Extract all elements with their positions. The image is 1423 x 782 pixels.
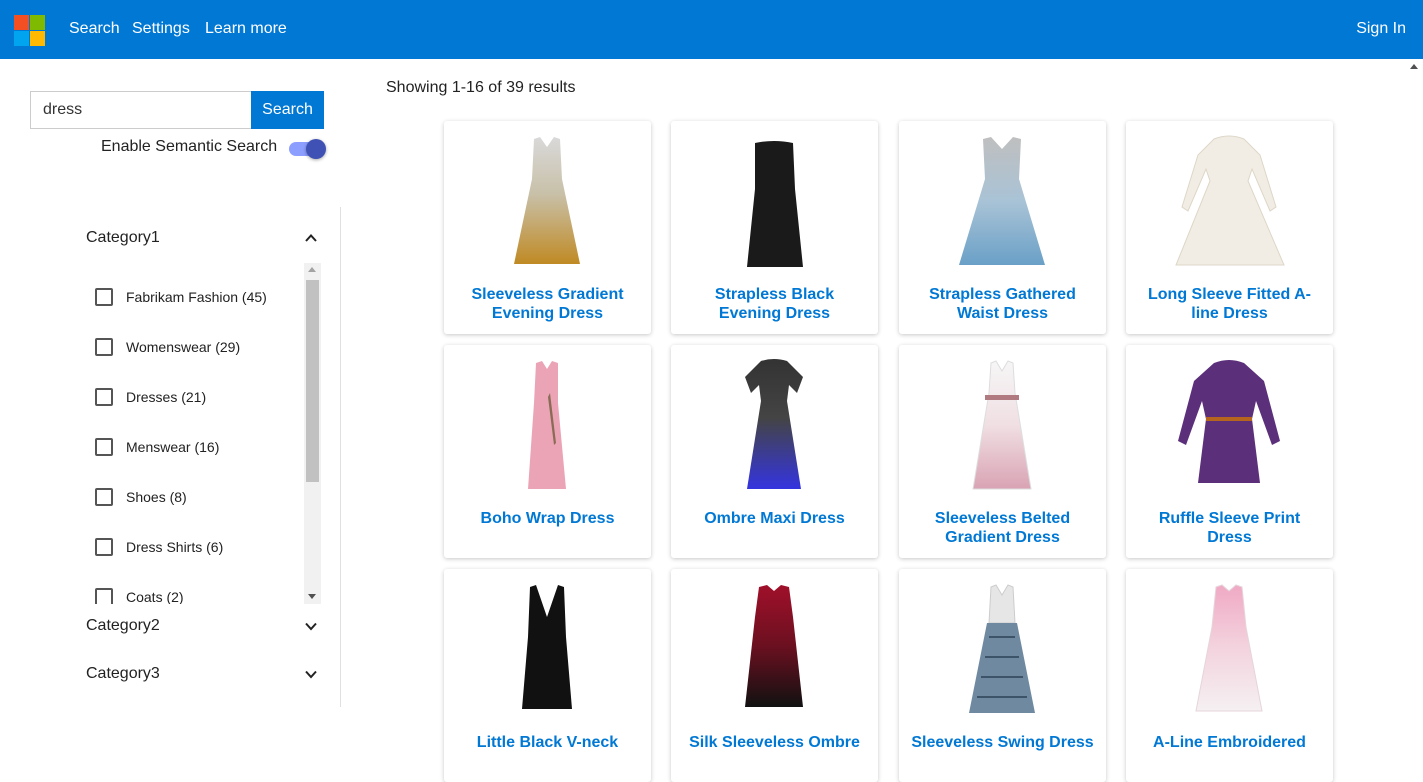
belted-gradient-dress-image [972,360,1032,490]
product-card[interactable]: Sleeveless Swing Dress [899,569,1106,782]
facet-item-label: Dresses (21) [126,389,207,405]
facets-divider [340,207,341,707]
product-card[interactable]: Strapless Black Evening Dress [671,121,878,334]
product-title[interactable]: A-Line Embroidered [1138,733,1321,752]
product-card[interactable]: Ruffle Sleeve Print Dress [1126,345,1333,558]
black-vneck-dress-image [522,585,572,709]
product-card[interactable]: Strapless Gathered Waist Dress [899,121,1106,334]
microsoft-logo-icon[interactable] [14,15,45,46]
red-ombre-dress-image [745,585,803,707]
facet-category1-header[interactable]: Category1 [86,226,326,252]
pink-embroidered-dress-image [1195,584,1263,712]
product-card[interactable]: Sleeveless Gradient Evening Dress [444,121,651,334]
facet-category1-label: Category1 [86,229,160,246]
facet-category3-header[interactable]: Category3 [86,662,326,688]
product-title[interactable]: Sleeveless Gradient Evening Dress [456,285,639,323]
facet-category3-label: Category3 [86,665,160,682]
search-input[interactable] [30,91,251,129]
black-dress-image [747,141,803,267]
product-card[interactable]: Little Black V-neck [444,569,651,782]
pink-wrap-dress-image [528,361,566,489]
product-card[interactable]: A-Line Embroidered [1126,569,1333,782]
purple-print-dress-image [1178,360,1280,483]
facet-item-label: Fabrikam Fashion (45) [126,289,267,305]
chevron-down-icon [305,622,317,631]
facet-category2-label: Category2 [86,617,160,634]
product-title[interactable]: Long Sleeve Fitted A-line Dress [1138,285,1321,323]
product-title[interactable]: Strapless Gathered Waist Dress [911,285,1094,323]
page-scrollbar[interactable] [1406,59,1423,755]
product-card[interactable]: Long Sleeve Fitted A-line Dress [1126,121,1333,334]
facet-list-scrollbar[interactable] [304,263,321,604]
scroll-up-arrow-icon[interactable] [308,267,316,272]
product-title[interactable]: Sleeveless Swing Dress [911,733,1094,752]
chevron-down-icon [305,670,317,679]
top-nav-bar: Search Settings Learn more Sign In [0,0,1423,59]
product-title[interactable]: Ombre Maxi Dress [683,509,866,528]
checkbox[interactable] [95,338,113,356]
nav-link-settings[interactable]: Settings [132,20,190,38]
sign-in-link[interactable]: Sign In [1356,20,1406,38]
search-button[interactable]: Search [251,91,324,129]
facet-item-label: Dress Shirts (6) [126,539,224,555]
product-title[interactable]: Little Black V-neck [456,733,639,752]
product-card[interactable]: Sleeveless Belted Gradient Dress [899,345,1106,558]
semantic-search-toggle[interactable] [289,139,326,159]
nav-link-search[interactable]: Search [69,20,120,38]
product-title[interactable]: Strapless Black Evening Dress [683,285,866,323]
checkbox[interactable] [95,538,113,556]
scroll-down-arrow-icon[interactable] [308,594,316,599]
sleeveless-gradient-dress-image [514,137,580,264]
facet-category2-header[interactable]: Category2 [86,614,326,640]
facet-category1-list: Fabrikam Fashion (45) Womenswear (29) Dr… [86,263,320,604]
results-count: Showing 1-16 of 39 results [386,79,576,96]
chevron-up-icon [305,234,317,242]
nav-link-learn-more[interactable]: Learn more [205,20,287,38]
product-title[interactable]: Silk Sleeveless Ombre [683,733,866,752]
scroll-up-arrow-icon[interactable] [1410,64,1418,69]
product-title[interactable]: Ruffle Sleeve Print Dress [1138,509,1321,547]
semantic-search-label: Enable Semantic Search [101,138,278,155]
facet-item-label: Womenswear (29) [126,339,241,355]
product-card[interactable]: Ombre Maxi Dress [671,345,878,558]
checkbox[interactable] [95,438,113,456]
cream-aline-dress-image [1175,135,1285,266]
facet-item-label: Menswear (16) [126,439,220,455]
product-card[interactable]: Boho Wrap Dress [444,345,651,558]
blue-gathered-dress-image [959,137,1045,265]
ombre-maxi-dress-image [745,359,803,489]
facet-item-label: Shoes (8) [126,489,187,505]
checkbox[interactable] [95,388,113,406]
facet-item-label: Coats (2) [126,589,184,604]
checkbox[interactable] [95,288,113,306]
product-title[interactable]: Boho Wrap Dress [456,509,639,528]
product-card[interactable]: Silk Sleeveless Ombre [671,569,878,782]
checkbox[interactable] [95,488,113,506]
checkbox[interactable] [95,588,113,604]
scrollbar-thumb[interactable] [306,280,319,482]
product-title[interactable]: Sleeveless Belted Gradient Dress [911,509,1094,547]
swing-dress-image [969,584,1035,713]
